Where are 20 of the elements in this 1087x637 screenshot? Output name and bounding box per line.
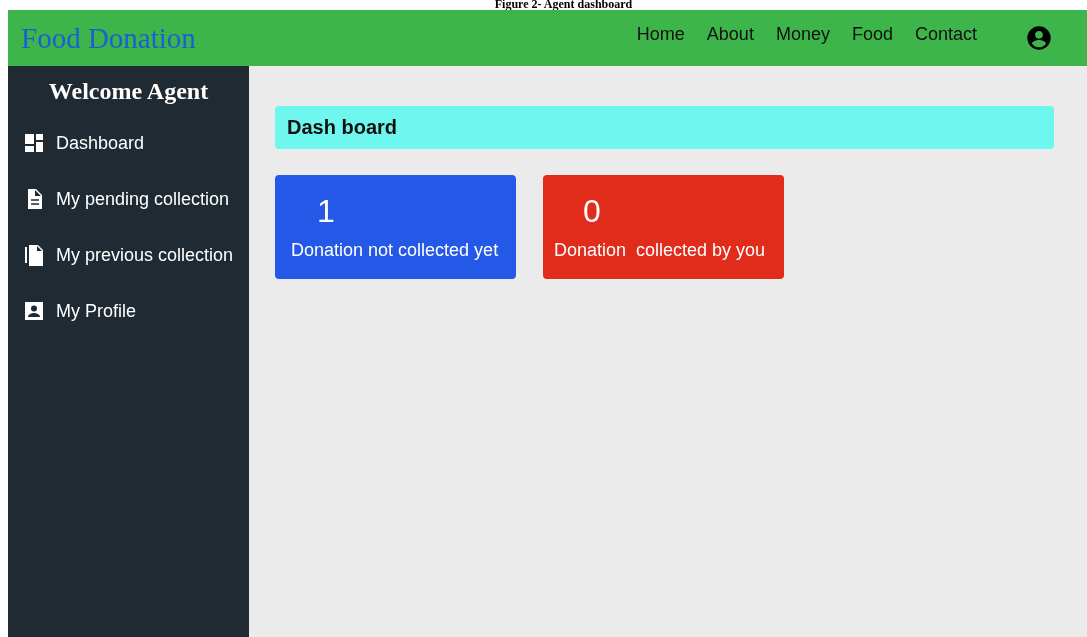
sidebar-title: Welcome Agent <box>47 78 210 105</box>
stat-count: 0 <box>583 193 601 230</box>
sidebar-item[interactable]: My pending collection <box>8 171 249 227</box>
stat-label: Donation not collected yet <box>291 240 499 261</box>
nav-link[interactable]: Money <box>775 23 830 45</box>
sidebar-item[interactable]: Dashboard <box>8 115 249 171</box>
copy-icon <box>22 243 46 267</box>
nav-link[interactable]: Food <box>851 23 893 45</box>
account-icon[interactable] <box>1025 24 1053 52</box>
dashboard-icon <box>22 131 46 155</box>
nav-link[interactable]: About <box>706 23 754 45</box>
nav-link[interactable]: Home <box>636 23 685 45</box>
profile-icon <box>22 299 46 323</box>
stat-count: 1 <box>317 193 335 230</box>
sidebar-item[interactable]: My previous collection <box>8 227 249 283</box>
nav-link[interactable]: Contact <box>914 23 977 45</box>
figure-caption: Figure 2- Agent dashboard <box>493 0 633 10</box>
stat-label: Donation collected by you <box>554 240 766 261</box>
sidebar-item[interactable]: My Profile <box>8 283 249 339</box>
dashboard-header: Dash board <box>275 106 1054 149</box>
